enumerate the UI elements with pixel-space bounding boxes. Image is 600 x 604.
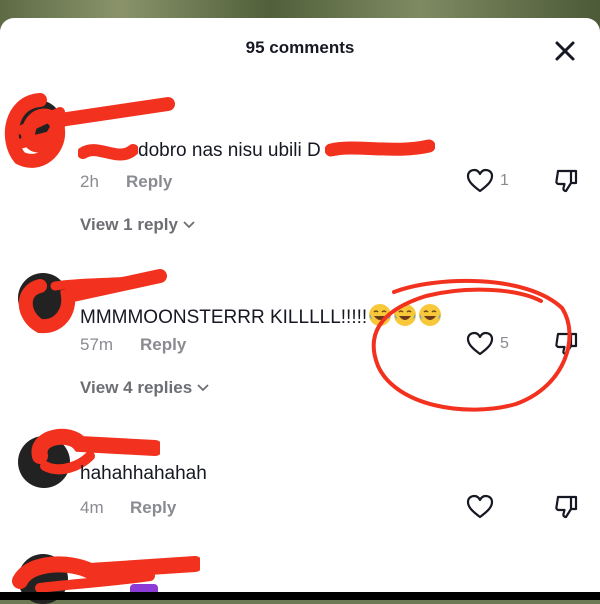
comments-sheet: 95 comments dobro nas nisu ubili D 2h Re… [0,18,600,604]
thumbs-down-icon [555,169,578,193]
chevron-down-icon [197,384,209,392]
reply-button[interactable]: Reply [126,172,172,192]
view-replies-label: View 1 reply [80,215,178,234]
heart-outline-icon [466,494,494,519]
comment-text: dobro nas nisu ubili D [138,140,321,161]
reply-button[interactable]: Reply [130,498,176,518]
view-replies-button[interactable]: View 1 reply [80,215,196,235]
like-count: 1 [500,172,509,189]
redaction-scribble [325,139,435,157]
thumbs-down-icon [555,495,578,519]
like-button[interactable] [466,494,494,520]
close-button[interactable] [550,36,580,66]
comment-text-content: MMMMOONSTERRR KILLLLL!!!!! [80,307,368,328]
redaction-scribble [12,556,200,593]
view-replies-label: View 4 replies [80,378,193,397]
comments-count-title: 95 comments [245,38,355,57]
comment-time: 4m [80,498,104,517]
heart-outline-icon [466,168,494,193]
comment-text: hahahhahahah [80,463,207,484]
highlight-circle [371,278,572,412]
dislike-button[interactable] [553,494,579,525]
close-icon [555,41,575,61]
view-replies-button[interactable]: View 4 replies [80,378,210,398]
comment-time: 2h [80,172,99,191]
dislike-button[interactable] [553,168,579,199]
like-button[interactable]: 1 [466,168,509,194]
bottom-edge [0,592,600,600]
redaction-scribble [78,144,138,161]
chevron-down-icon [183,221,195,229]
comment-time: 57m [80,335,114,354]
reply-button[interactable]: Reply [140,335,186,355]
